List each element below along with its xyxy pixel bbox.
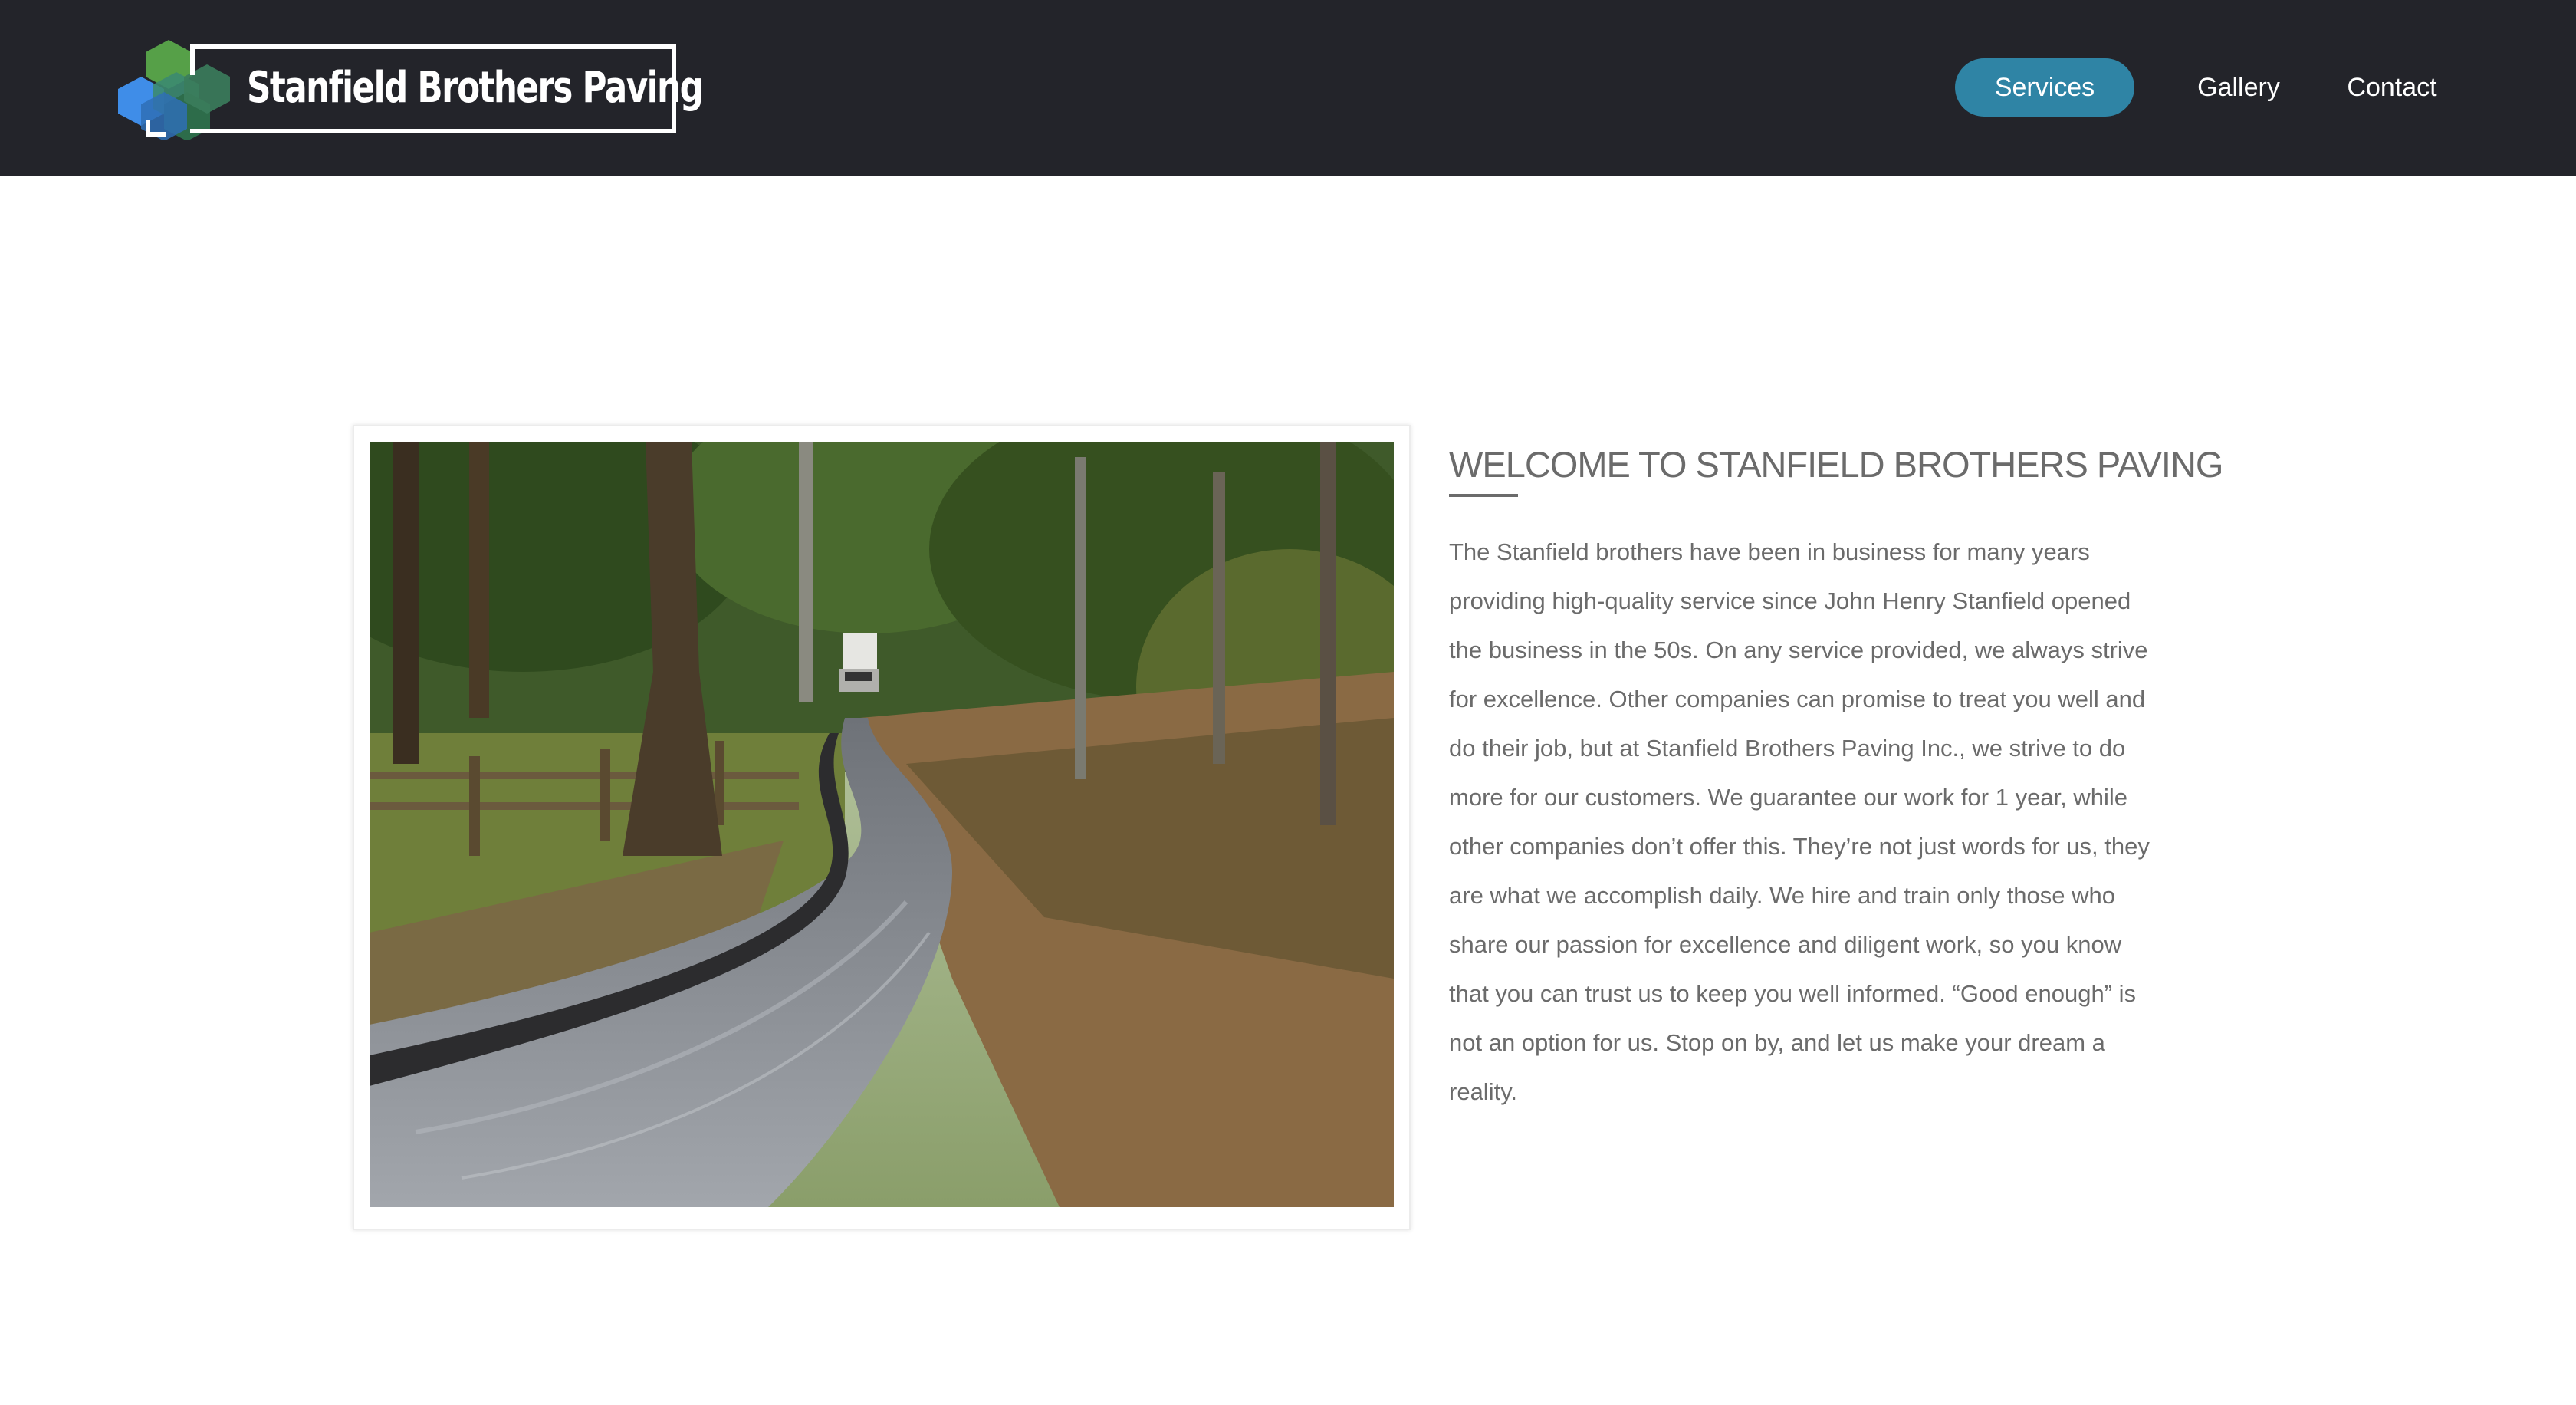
driveway-photo-illustration xyxy=(370,442,1394,1207)
nav-services-link[interactable]: Services xyxy=(1955,58,2134,117)
welcome-heading: WELCOME TO STANFIELD BROTHERS PAVING xyxy=(1449,444,2223,485)
nav-contact-link[interactable]: Contact xyxy=(2331,58,2453,117)
main-nav: Services Gallery Contact xyxy=(0,0,2576,176)
nav-gallery-link[interactable]: Gallery xyxy=(2183,58,2294,117)
site-header: Stanfield Brothers Paving Services Galle… xyxy=(0,0,2576,176)
about-paragraph: The Stanfield brothers have been in busi… xyxy=(1449,538,2150,1105)
heading-divider xyxy=(1449,494,1518,497)
driveway-photo xyxy=(370,442,1394,1207)
hero-photo-frame xyxy=(353,425,1411,1230)
